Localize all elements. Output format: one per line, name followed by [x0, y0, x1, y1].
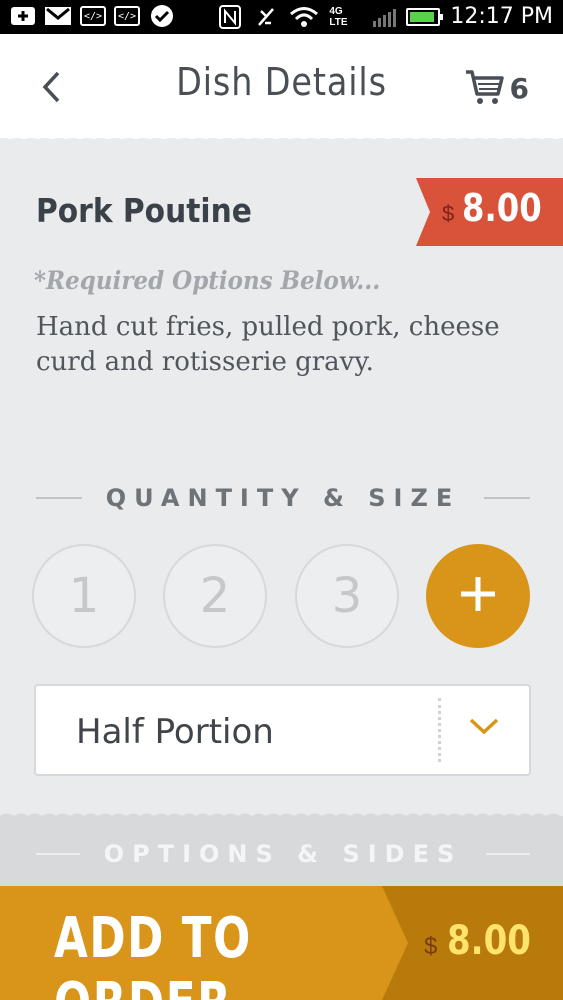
page-title: Dish Details: [176, 60, 387, 104]
divider: [486, 853, 530, 855]
divider: [36, 497, 82, 499]
add-to-order-label: ADD TO ORDER: [54, 906, 252, 1000]
battery-icon: [406, 7, 444, 26]
quantity-increase-button[interactable]: [426, 544, 530, 648]
wifi-icon: [289, 5, 319, 29]
options-sides-heading: OPTIONS & SIDES: [36, 840, 530, 868]
order-total: $ 8.00: [424, 918, 546, 964]
cart-icon: [464, 66, 504, 111]
nfc-icon: [217, 4, 243, 29]
dropdown-divider: [438, 698, 441, 762]
status-bar: </> </> 4G LTE 12:17 PM: [0, 0, 563, 34]
dish-description: Hand cut fries, pulled pork, cheese curd…: [36, 312, 500, 377]
divider: [484, 497, 531, 499]
order-total-currency: $: [424, 933, 438, 960]
add-to-order-button[interactable]: ADD TO ORDER: [0, 886, 420, 1000]
cart-button[interactable]: 6: [464, 66, 529, 111]
quantity-size-heading: QUANTITY & SIZE: [36, 484, 531, 512]
options-sides-section: OPTIONS & SIDES: [0, 813, 563, 890]
code-icon: </>: [80, 6, 106, 26]
order-total-value: 8.00: [447, 918, 532, 964]
price-value: 8.00: [462, 186, 542, 230]
options-scallop-edge: [0, 813, 563, 821]
quantity-option-1[interactable]: 1: [32, 544, 136, 648]
chevron-down-icon: [468, 716, 500, 741]
size-selected-value: Half Portion: [76, 712, 274, 752]
quantity-option-3[interactable]: 3: [295, 544, 399, 648]
gmail-icon: [44, 4, 72, 28]
system-icons: 4G LTE 12:17 PM: [217, 4, 553, 29]
notification-icons: </> </>: [10, 4, 176, 28]
options-sides-label: OPTIONS & SIDES: [103, 840, 463, 868]
quantity-option-2[interactable]: 2: [163, 544, 267, 648]
signal-icon: [373, 7, 397, 27]
status-time: 12:17 PM: [450, 4, 553, 29]
required-options-note: *Required Options Below...: [34, 266, 381, 295]
divider: [36, 853, 80, 855]
dish-price: $ 8.00: [442, 186, 556, 230]
mute-icon: [253, 5, 279, 29]
cart-count: 6: [509, 72, 529, 105]
check-icon: [148, 4, 176, 28]
code-icon: </>: [114, 6, 140, 26]
price-currency: $: [442, 201, 455, 226]
plus-icon: [458, 574, 498, 619]
header-scallop-edge: [0, 132, 563, 139]
add-icon: [10, 4, 36, 28]
size-dropdown[interactable]: Half Portion: [34, 684, 531, 776]
network-type-label: 4G LTE: [329, 5, 348, 28]
dish-name: Pork Poutine: [36, 191, 252, 230]
quantity-size-label: QUANTITY & SIZE: [105, 484, 461, 512]
